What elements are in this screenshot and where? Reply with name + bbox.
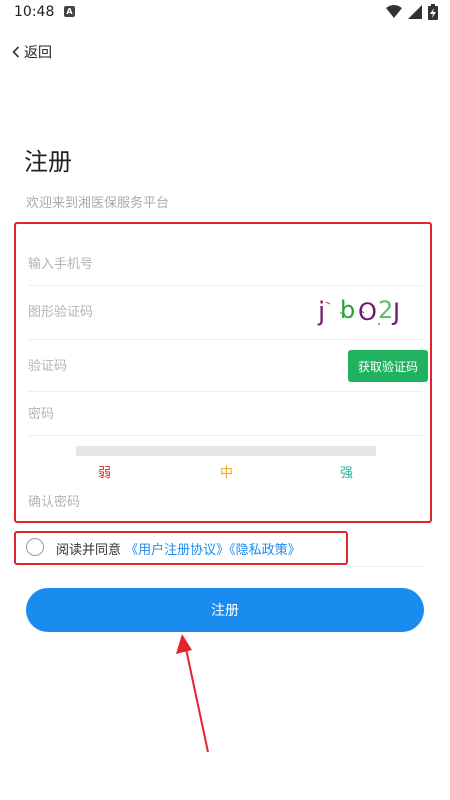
back-label: 返回 [24,45,52,61]
user-agreement-link[interactable]: 《用户注册协议》 [125,543,229,558]
phone-input[interactable] [28,254,278,274]
back-button[interactable]: 返回 [12,42,52,62]
phone-field-row [28,238,422,286]
captcha-char: O [358,298,377,326]
battery-charging-icon [428,4,438,20]
a-notification-icon: A [64,6,75,17]
chevron-left-icon [12,46,20,58]
sms-code-input[interactable] [28,356,278,376]
agreement-divider [40,566,424,567]
annotation-arrow-icon [176,634,209,753]
wifi-icon [386,5,402,18]
confirm-password-field-row [28,488,422,520]
register-screen: 10:48 A 返回 注册 欢迎来到湘医保服务平台 输入手机号 图形验证码 j … [0,0,450,800]
captcha-char: j [317,297,325,327]
status-time: 10:48 [14,4,55,20]
password-input[interactable] [28,404,278,424]
agreement-prefix: 阅读并同意 [56,543,122,558]
registration-form: j b O 2 J 获取验证码 弱 中 强 [14,222,432,523]
page-subtitle: 欢迎来到湘医保服务平台 [26,196,170,211]
captcha-char: b [340,296,355,324]
strength-weak-label: 弱 [98,466,112,481]
agreement-row: 阅读并同意 《用户注册协议》《隐私政策》 [14,531,348,565]
register-button[interactable]: 注册 [26,588,424,632]
page-title: 注册 [24,148,72,176]
sms-code-field-row: 获取验证码 [28,340,428,392]
captcha-input[interactable] [28,302,278,322]
confirm-password-input[interactable] [28,492,278,512]
password-strength-bar [76,446,376,456]
signal-icon [408,5,422,19]
privacy-policy-link[interactable]: 《隐私政策》 [229,543,301,558]
captcha-char: J [391,298,400,326]
captcha-char: 2 [378,296,393,324]
password-field-row [28,392,422,436]
status-right-group [386,4,438,20]
strength-strong-label: 强 [340,466,354,481]
status-bar: 10:48 A [0,0,450,24]
strength-medium-label: 中 [220,466,234,481]
agreement-text: 阅读并同意 《用户注册协议》《隐私政策》 [56,539,301,558]
agreement-checkbox[interactable] [26,538,44,556]
captcha-image[interactable]: j b O 2 J [316,294,408,328]
get-code-button[interactable]: 获取验证码 [348,350,428,382]
captcha-field-row: j b O 2 J [28,286,422,340]
